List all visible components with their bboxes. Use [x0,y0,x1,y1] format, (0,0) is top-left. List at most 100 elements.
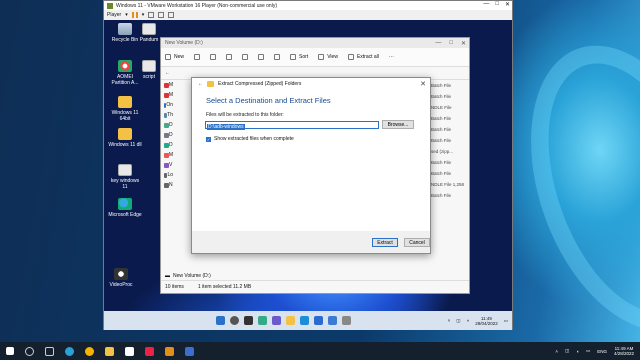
folder-icon [118,96,132,108]
file-icon [142,60,156,72]
host-clock[interactable]: 11:49 AM 4/28/2022 [614,346,634,356]
extract-button[interactable]: Extract [372,238,398,247]
delete-icon[interactable] [274,54,281,60]
send-ctrl-alt-del-icon[interactable] [148,12,155,18]
close-button[interactable]: ✕ [505,1,510,8]
desktop-icon-pandum[interactable]: Pandum [136,23,162,43]
back-arrow-icon[interactable]: ← [165,70,170,76]
nav-item[interactable]: Th [161,110,173,120]
chat-icon[interactable] [272,316,281,325]
search-icon[interactable] [25,346,34,356]
nav-label: M [168,92,173,98]
task-view-icon[interactable] [244,316,253,325]
selection-info: 1 item selected 11.2 MB [197,284,252,290]
desktop-icon-script[interactable]: script [136,60,162,80]
chevron-up-icon[interactable]: ˄ [555,349,558,354]
nav-label: M [168,152,173,158]
file-type: Batch File [431,160,452,165]
desktop-icon-key-windows11[interactable]: key windows 11 [108,164,142,190]
volume-icon[interactable]: ◖ [576,349,579,354]
start-icon[interactable] [216,316,225,325]
maximize-button[interactable]: □ [449,40,453,47]
guest-clock[interactable]: 11:49 28/04/2022 [475,316,498,326]
minimize-button[interactable]: — [435,40,441,47]
mail-icon[interactable] [328,316,337,325]
desktop-icon-edge[interactable]: Microsoft Edge [108,198,142,218]
close-button[interactable]: ✕ [461,40,466,47]
recycle-bin-icon [118,23,132,35]
battery-icon[interactable]: ▭ [586,348,590,354]
notification-icon[interactable]: ▭ [504,318,508,324]
minimize-button[interactable]: — [483,1,489,8]
edge-icon[interactable] [300,316,309,325]
browse-button[interactable]: Browse... [382,120,414,129]
view-icon [318,54,325,60]
store-icon[interactable] [125,346,134,356]
settings-icon[interactable] [342,316,351,325]
app-icon[interactable] [145,346,154,356]
show-files-option[interactable]: ✓ Show extracted files when complete [192,129,430,142]
desktop-icon-videoproc[interactable]: VideoProc [104,268,138,288]
file-explorer-icon[interactable] [105,346,114,356]
nav-item[interactable]: On [161,100,173,110]
extract-dialog: ← Extract Compressed (Zipped) Folders ✕ … [191,77,431,254]
file-type: Batch File [431,116,452,121]
more-icon[interactable]: ··· [389,54,394,60]
nav-item[interactable]: Lo [161,170,173,180]
fullscreen-icon[interactable] [158,12,165,18]
nav-item[interactable]: M [161,80,173,90]
pause-icon[interactable] [131,12,138,18]
search-icon[interactable] [230,316,239,325]
copy-icon[interactable] [210,54,217,60]
chevron-up-icon[interactable]: ˄ [448,318,451,323]
nav-item[interactable]: D [161,140,173,150]
cut-icon[interactable] [194,54,201,60]
store-icon[interactable] [314,316,323,325]
unity-icon[interactable] [168,12,175,18]
settings-icon[interactable] [185,346,194,356]
nav-item[interactable]: N [161,180,173,190]
maximize-button[interactable]: □ [495,1,499,8]
edge-icon[interactable] [65,346,74,356]
cancel-button[interactable]: Cancel [404,238,430,247]
status-bar: 10 items 1 item selected 11.2 MB [161,280,469,293]
extract-all-button[interactable]: Extract all [347,54,379,60]
widgets-icon[interactable] [258,316,267,325]
zip-folder-icon [207,81,214,87]
dialog-heading: Select a Destination and Extract Files [206,96,331,105]
nav-item[interactable]: M [161,90,173,100]
nav-item[interactable]: D [161,120,173,130]
volume-icon[interactable]: ◖ [466,318,469,323]
language-indicator[interactable]: ENG [597,349,607,354]
player-menu[interactable]: Player [107,12,121,18]
network-icon[interactable]: ◫ [456,318,460,324]
drive-icon: ▬ [165,273,170,279]
sort-button[interactable]: Sort [290,54,308,60]
desktop-icon-windows11-dll[interactable]: Windows 11 dll [108,128,142,148]
task-view-icon[interactable] [45,346,54,356]
view-button[interactable]: View [318,54,338,60]
vmware-icon[interactable] [165,346,174,356]
nav-item-new-volume[interactable]: ▬ New Volume (D:) [165,273,211,279]
network-icon[interactable]: ◫ [565,348,569,354]
dropdown-icon[interactable]: ▾ [125,12,128,18]
file-explorer-icon[interactable] [286,316,295,325]
paste-icon[interactable] [226,54,233,60]
desktop-icon-windows11-64bit[interactable]: Windows 11 64bit [108,96,142,122]
new-button[interactable]: New [165,54,184,60]
chrome-icon[interactable] [85,346,94,356]
share-icon[interactable] [258,54,265,60]
dialog-title: Extract Compressed (Zipped) Folders [218,81,302,87]
nav-item[interactable]: V [161,160,173,170]
back-arrow-icon[interactable]: ← [198,81,203,87]
sort-icon [290,54,297,60]
desktop-icon-label: AOMEI Partition A... [111,74,139,86]
dropdown-icon[interactable]: ▾ [142,12,145,18]
rename-icon[interactable] [242,54,249,60]
desktop-icon-label: script [143,74,155,80]
close-icon[interactable]: ✕ [420,80,426,88]
nav-item[interactable]: D [161,130,173,140]
windows-start-icon[interactable] [6,347,14,355]
nav-item[interactable]: M [161,150,173,160]
show-files-checkbox[interactable]: ✓ [206,136,211,142]
